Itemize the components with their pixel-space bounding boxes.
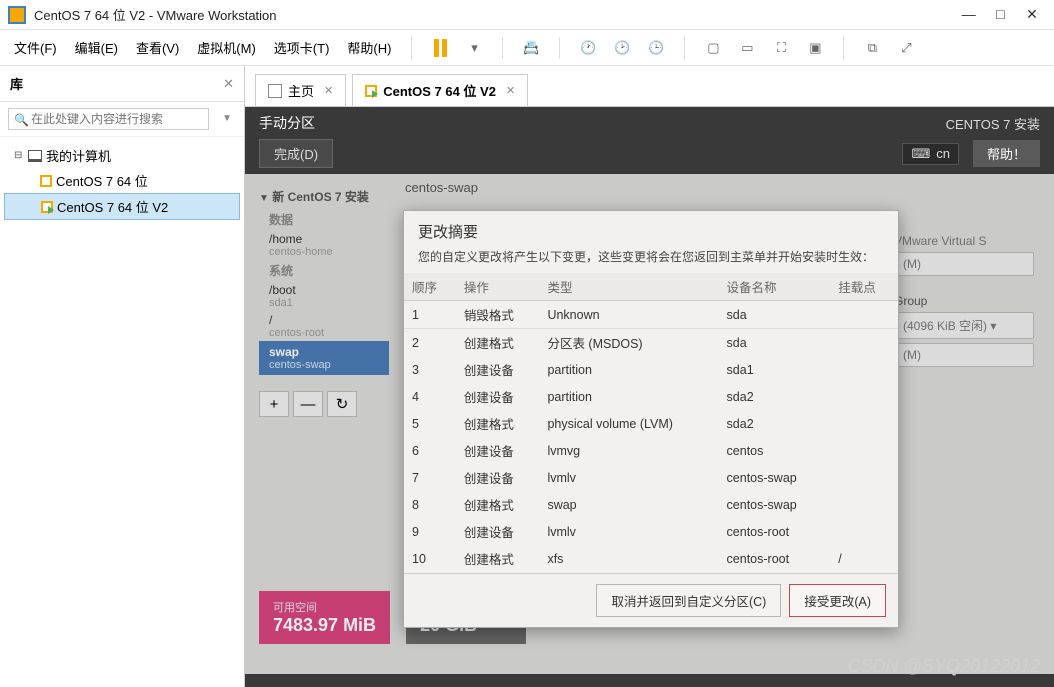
window-titlebar: CentOS 7 64 位 V2 - VMware Workstation — …	[0, 0, 1054, 30]
modify-button[interactable]: (M)	[894, 252, 1034, 276]
fullscreen-icon[interactable]: ⤢	[894, 36, 918, 60]
partition-swap[interactable]: swap centos-swap	[259, 341, 389, 375]
library-close-icon[interactable]: ✕	[223, 76, 234, 92]
computer-icon	[28, 150, 42, 162]
snapshot-manage-icon[interactable]: 🕒	[644, 36, 668, 60]
table-row[interactable]: 6创建设备lvmvgcentos	[404, 437, 898, 464]
cancel-button[interactable]: 取消并返回到自定义分区(C)	[596, 584, 781, 617]
table-row[interactable]: 10创建格式xfscentos-root/	[404, 545, 898, 572]
view-unity-icon[interactable]: ⛶	[769, 36, 793, 60]
library-title: 库	[10, 74, 223, 93]
available-space-box: 可用空间 7483.97 MiB	[259, 591, 390, 644]
installer-brand: CENTOS 7 安装	[946, 114, 1040, 133]
keyboard-indicator[interactable]: ⌨ cn	[902, 143, 959, 165]
table-row[interactable]: 9创建设备lvmlvcentos-root	[404, 518, 898, 545]
close-button[interactable]: ✕	[1018, 6, 1046, 23]
done-button[interactable]: 完成(D)	[259, 139, 333, 168]
reload-partition-button[interactable]: ↻	[327, 391, 357, 417]
changes-table: 顺序 操作 类型 设备名称 挂载点 1销毁格式Unknownsda2创建格式分区…	[404, 273, 898, 573]
tab-bar: 主页 ✕ CentOS 7 64 位 V2 ✕	[245, 66, 1054, 107]
tab-home[interactable]: 主页 ✕	[255, 74, 346, 106]
view-split-icon[interactable]: ▭	[735, 36, 759, 60]
console-icon[interactable]: ⧉	[860, 36, 884, 60]
menubar: 文件(F) 编辑(E) 查看(V) 虚拟机(M) 选项卡(T) 帮助(H) ▾ …	[0, 30, 1054, 66]
remove-partition-button[interactable]: —	[293, 391, 323, 417]
table-row[interactable]: 7创建设备lvmlvcentos-swap	[404, 464, 898, 491]
vm-running-icon	[365, 85, 377, 97]
installer-title: 手动分区	[259, 113, 315, 133]
dialog-description: 您的自定义更改将产生以下变更，这些变更将会在您返回到主菜单并开始安装时生效：	[404, 246, 898, 273]
menu-help[interactable]: 帮助(H)	[343, 34, 395, 61]
search-dropdown-icon[interactable]: ▼	[222, 113, 232, 124]
close-icon[interactable]: ✕	[506, 84, 515, 97]
home-icon	[268, 84, 282, 98]
tree-vm-2[interactable]: CentOS 7 64 位 V2	[4, 193, 240, 220]
table-row[interactable]: 2创建格式分区表 (MSDOS)sda	[404, 329, 898, 357]
clock-icon[interactable]: 🕐	[576, 36, 600, 60]
partition-home[interactable]: /home centos-home	[259, 230, 389, 260]
group-label: Group	[894, 294, 1034, 308]
view-thumbnail-icon[interactable]: ▣	[803, 36, 827, 60]
window-title: CentOS 7 64 位 V2 - VMware Workstation	[34, 5, 955, 24]
menu-edit[interactable]: 编辑(E)	[71, 34, 122, 61]
accept-button[interactable]: 接受更改(A)	[789, 584, 886, 617]
menu-file[interactable]: 文件(F)	[10, 34, 61, 61]
screenshot-icon[interactable]: 📇	[519, 36, 543, 60]
snapshot-icon[interactable]: 🕑	[610, 36, 634, 60]
library-search-input[interactable]	[8, 108, 209, 130]
device-label: VMware Virtual S	[894, 234, 1034, 248]
partition-tree: ▼ 新 CentOS 7 安装 数据 /home centos-home 系统 …	[259, 184, 389, 417]
close-icon[interactable]: ✕	[324, 84, 333, 97]
menu-view[interactable]: 查看(V)	[132, 34, 183, 61]
modify-button-2[interactable]: (M)	[894, 343, 1034, 367]
centos-swap-label: centos-swap	[405, 180, 478, 195]
minimize-button[interactable]: —	[955, 6, 983, 22]
maximize-button[interactable]: □	[986, 6, 1014, 22]
search-icon: 🔍	[14, 113, 29, 127]
vm-icon	[40, 175, 52, 187]
tree-vm-1[interactable]: CentOS 7 64 位	[4, 168, 240, 193]
summary-dialog: 更改摘要 您的自定义更改将产生以下变更，这些变更将会在您返回到主菜单并开始安装时…	[403, 210, 899, 628]
menu-vm[interactable]: 虚拟机(M)	[193, 34, 260, 61]
add-partition-button[interactable]: +	[259, 391, 289, 417]
vm-running-icon	[41, 201, 53, 213]
dialog-title: 更改摘要	[404, 211, 898, 246]
app-icon	[8, 6, 26, 24]
partition-boot[interactable]: /boot sda1	[259, 281, 389, 311]
collapse-icon[interactable]: ⊟	[14, 150, 24, 161]
dropdown-icon[interactable]: ▾	[462, 36, 486, 60]
partition-root[interactable]: / centos-root	[259, 311, 389, 341]
table-row[interactable]: 5创建格式physical volume (LVM)sda2	[404, 410, 898, 437]
library-sidebar: 库 ✕ 🔍 ▼ ⊟ 我的计算机 CentOS 7 64 位 CentOS 7 6	[0, 66, 245, 687]
table-row[interactable]: 8创建格式swapcentos-swap	[404, 491, 898, 518]
tab-vm[interactable]: CentOS 7 64 位 V2 ✕	[352, 74, 528, 106]
table-row[interactable]: 1销毁格式Unknownsda	[404, 301, 898, 329]
table-row[interactable]: 4创建设备partitionsda2	[404, 383, 898, 410]
help-button[interactable]: 帮助！	[973, 140, 1040, 167]
tree-root[interactable]: ⊟ 我的计算机	[4, 143, 240, 168]
menu-tabs[interactable]: 选项卡(T)	[270, 34, 334, 61]
table-row[interactable]: 3创建设备partitionsda1	[404, 356, 898, 383]
group-dropdown[interactable]: (4096 KiB 空闲) ▾	[894, 312, 1034, 339]
pause-icon[interactable]	[428, 36, 452, 60]
view-single-icon[interactable]: ▢	[701, 36, 725, 60]
